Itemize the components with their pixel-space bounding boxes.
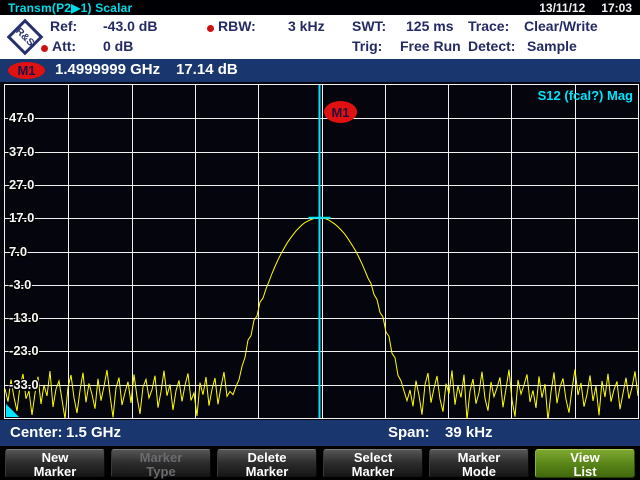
graticule: S12 (fcal?) Mag M1 47.0 37.0 27.0 17.0 7.0 -3… (4, 84, 639, 419)
marker-m1-badge: M1 (8, 62, 45, 79)
date-label: 13/11/12 (539, 1, 585, 15)
y-axis-label: 37.0 (9, 144, 34, 159)
y-axis-label: 27.0 (9, 177, 34, 192)
y-axis-label: 47.0 (9, 110, 34, 125)
span-label: Span: (388, 420, 430, 446)
trace-display-area: S12 (fcal?) Mag M1 47.0 37.0 27.0 17.0 7.0 -3… (0, 82, 640, 420)
trace-start-indicator-icon (6, 404, 19, 417)
att-value[interactable]: 0 dB (103, 38, 133, 54)
softkey-new-marker[interactable]: NewMarker (5, 449, 105, 478)
att-label: Att: (52, 38, 76, 54)
trace-value[interactable]: Clear/Write (524, 18, 598, 34)
ref-label: Ref: (50, 18, 77, 34)
trace-math-label: S12 (fcal?) Mag (538, 88, 633, 103)
spectrum-trace (5, 218, 638, 418)
y-axis-label: 7.0 (9, 244, 27, 259)
softkey-select-marker[interactable]: SelectMarker (323, 449, 423, 478)
center-value[interactable]: 1.5 GHz (66, 420, 121, 446)
settings-header: R&S Ref: -43.0 dB RBW: 3 kHz SWT: 125 ms… (0, 15, 640, 59)
rbw-label: RBW: (218, 18, 256, 34)
marker-readout-bar: M1 1.4999999 GHz 17.14 dB (0, 59, 640, 82)
measurement-title: Transm(P2▶1) Scalar (8, 1, 132, 15)
swt-label: SWT: (352, 18, 386, 34)
softkey-view-list[interactable]: ViewList (535, 449, 635, 478)
y-axis-label: 17.0 (9, 210, 34, 225)
softkey-marker-mode[interactable]: MarkerMode (429, 449, 529, 478)
y-axis-label: -13.0 (9, 310, 39, 325)
softkey-bar: NewMarker MarkerType DeleteMarker Select… (0, 446, 640, 480)
trig-value[interactable]: Free Run (400, 38, 461, 54)
marker-level: 17.14 dB (176, 61, 238, 78)
center-label: Center: (10, 420, 63, 446)
span-value[interactable]: 39 kHz (445, 420, 493, 446)
marker-frequency: 1.4999999 GHz (55, 61, 160, 78)
instrument-screen: Transm(P2▶1) Scalar 13/11/12 17:03 R&S Re… (0, 0, 640, 480)
rbw-modified-dot (207, 25, 214, 32)
date-time: 13/11/12 17:03 (523, 1, 632, 15)
frequency-bar: Center: 1.5 GHz Span: 39 kHz (0, 420, 640, 446)
detect-label: Detect: (468, 38, 515, 54)
y-axis-label: -23.0 (9, 343, 39, 358)
swt-value[interactable]: 125 ms (406, 18, 453, 34)
title-bar: Transm(P2▶1) Scalar 13/11/12 17:03 (0, 0, 640, 15)
att-modified-dot (41, 45, 48, 52)
y-axis-label: -33.0 (9, 377, 39, 392)
trig-label: Trig: (352, 38, 382, 54)
y-axis-label: -3.0 (9, 277, 31, 292)
softkey-delete-marker[interactable]: DeleteMarker (217, 449, 317, 478)
spectrum-trace-svg (5, 85, 638, 418)
rohde-schwarz-logo-icon: R&S (7, 19, 43, 55)
rbw-value[interactable]: 3 kHz (288, 18, 325, 34)
softkey-marker-type[interactable]: MarkerType (111, 449, 211, 478)
trace-label: Trace: (468, 18, 509, 34)
time-label: 17:03 (601, 1, 632, 15)
ref-value[interactable]: -43.0 dB (103, 18, 157, 34)
detect-value[interactable]: Sample (527, 38, 577, 54)
marker-m1-flag[interactable]: M1 (324, 101, 357, 123)
